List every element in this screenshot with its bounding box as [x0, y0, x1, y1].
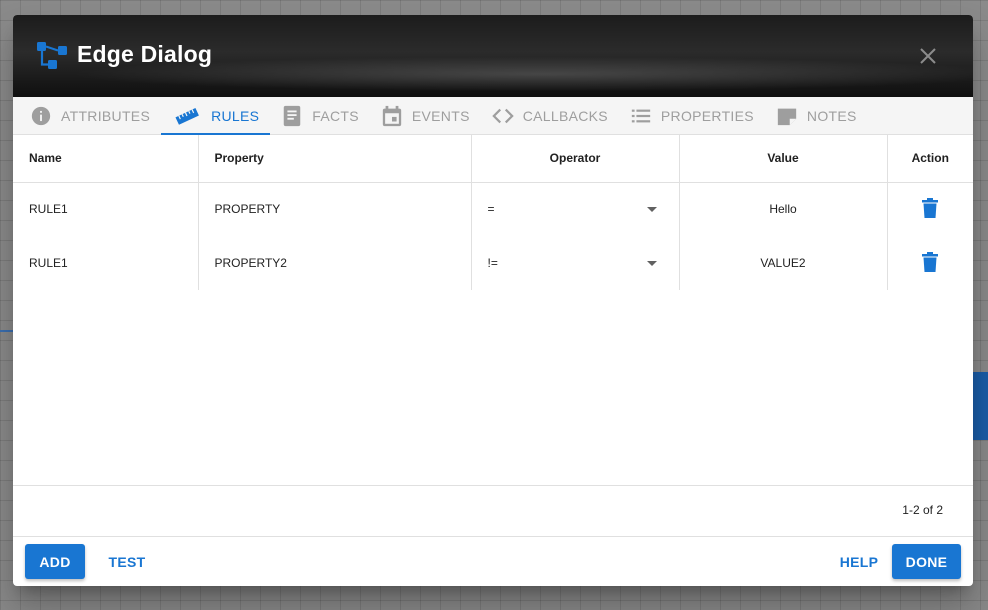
dialog-title: Edge Dialog: [77, 41, 213, 67]
dropdown-arrow-icon: [646, 260, 657, 266]
tab-label: EVENTS: [411, 107, 470, 124]
dialog-header: Edge Dialog: [13, 15, 973, 97]
tab-label: CALLBACKS: [522, 107, 608, 124]
graph-edge-icon: [37, 42, 67, 69]
test-button[interactable]: TEST: [98, 544, 156, 579]
rule-name-cell[interactable]: RULE1: [13, 236, 198, 290]
column-header-action: Action: [886, 135, 973, 183]
edge-dialog: Edge Dialog ATTRIBUTES RULES FACTS EVENT…: [13, 15, 973, 586]
rule-name-cell[interactable]: RULE1: [13, 182, 198, 236]
rule-action-cell: [886, 182, 973, 236]
operator-select[interactable]: =: [488, 202, 663, 216]
tab-label: PROPERTIES: [660, 107, 754, 124]
ruler-icon: [175, 107, 199, 125]
operator-value: =: [487, 202, 495, 217]
calendar-icon: [382, 105, 402, 126]
add-button[interactable]: ADD: [25, 544, 85, 579]
tab-bar: ATTRIBUTES RULES FACTS EVENTS CALLBACKS …: [13, 97, 973, 135]
note-icon: [777, 108, 797, 125]
dropdown-arrow-icon: [646, 206, 657, 212]
tab-facts[interactable]: FACTS: [270, 97, 370, 134]
rule-action-cell: [886, 236, 973, 290]
rule-value-cell[interactable]: VALUE2: [678, 236, 887, 290]
close-icon[interactable]: [917, 45, 939, 67]
rule-property-cell[interactable]: PROPERTY: [197, 182, 471, 236]
column-header-value[interactable]: Value: [678, 135, 887, 183]
table-row: RULE1 PROPERTY2 != VALUE2: [13, 236, 973, 290]
rule-operator-cell: =: [470, 182, 679, 236]
delete-icon[interactable]: [921, 251, 939, 272]
rule-operator-cell: !=: [470, 236, 679, 290]
table-footer: 1-2 of 2: [13, 485, 973, 537]
pagination-info: 1-2 of 2: [902, 503, 943, 517]
tab-attributes[interactable]: ATTRIBUTES: [19, 97, 161, 134]
tab-events[interactable]: EVENTS: [370, 97, 481, 134]
done-button[interactable]: DONE: [892, 544, 961, 579]
tab-label: RULES: [211, 107, 260, 124]
rule-value-cell[interactable]: Hello: [678, 182, 887, 236]
column-header-name[interactable]: Name: [13, 135, 198, 183]
help-button[interactable]: HELP: [831, 544, 887, 579]
tab-label: ATTRIBUTES: [61, 107, 151, 124]
table-row: RULE1 PROPERTY = Hello: [13, 182, 973, 236]
operator-select[interactable]: !=: [488, 256, 663, 270]
column-header-property[interactable]: Property: [197, 135, 471, 183]
operator-value: !=: [487, 256, 498, 270]
info-icon: [31, 106, 51, 125]
tab-notes[interactable]: NOTES: [765, 97, 868, 134]
code-icon: [491, 108, 514, 123]
tab-callbacks[interactable]: CALLBACKS: [481, 97, 619, 134]
background-edge-line: [0, 330, 14, 332]
tab-label: NOTES: [806, 107, 857, 124]
tab-rules[interactable]: RULES: [161, 97, 271, 135]
rule-property-cell[interactable]: PROPERTY2: [197, 236, 471, 290]
tab-label: FACTS: [312, 107, 359, 124]
column-header-operator[interactable]: Operator: [470, 135, 679, 183]
list-icon: [631, 109, 651, 122]
book-icon: [284, 105, 301, 126]
table-header-row: Name Property Operator Value Action: [13, 135, 973, 183]
rules-table-container: Name Property Operator Value Action RULE…: [13, 135, 973, 485]
tab-properties[interactable]: PROPERTIES: [619, 97, 765, 134]
delete-icon[interactable]: [921, 197, 939, 218]
rules-table: Name Property Operator Value Action RULE…: [13, 135, 973, 290]
